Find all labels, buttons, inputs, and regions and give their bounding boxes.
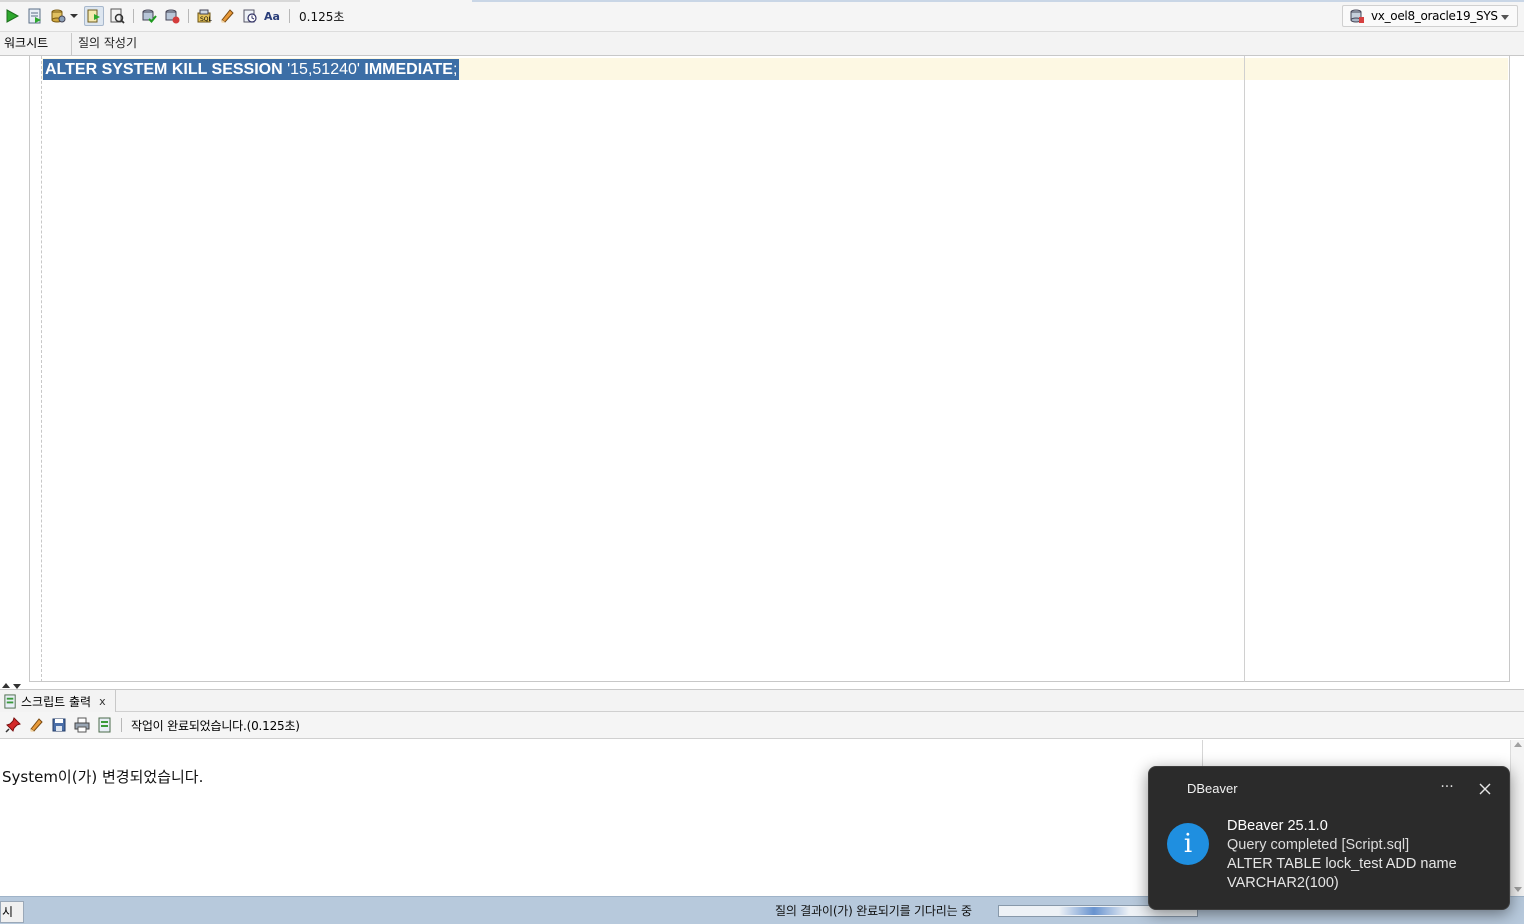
sql-tuning-advisor-button[interactable]: SQL: [194, 6, 214, 26]
notification-title: DBeaver 25.1.0: [1227, 818, 1328, 834]
close-notification-button[interactable]: [1473, 779, 1497, 799]
play-icon: [6, 9, 20, 23]
sql-keyword: IMMEDIATE: [364, 61, 453, 78]
tab-label: 스크립트 출력: [21, 694, 92, 709]
svg-text:Aa: Aa: [264, 10, 280, 23]
tab-worksheet[interactable]: 워크시트: [0, 33, 72, 55]
output-toolbar: 작업이 완료되었습니다.(0.125초): [0, 712, 1524, 739]
eraser-icon: [221, 9, 234, 23]
commit-icon: [87, 9, 100, 23]
print-icon: [74, 717, 90, 733]
more-options-icon[interactable]: ···: [1435, 779, 1459, 799]
close-icon: [1479, 783, 1491, 795]
print-output-button[interactable]: [72, 715, 92, 735]
waiting-status: 질의 결과이(가) 완료되기를 기다리는 중: [775, 904, 972, 918]
commit-transaction-button[interactable]: [139, 6, 159, 26]
output-message: System이(가) 변경되었습니다.: [2, 768, 204, 786]
database-rollback-icon: [165, 9, 180, 24]
sql-editor[interactable]: ALTER SYSTEM KILL SESSION '15,51240' IMM…: [0, 56, 1510, 682]
task-status: 작업이 완료되었습니다.(0.125초): [131, 718, 300, 733]
tuning-advisor-icon: SQL: [197, 9, 212, 23]
right-margin-guide: [1244, 56, 1245, 682]
database-gear-icon: [51, 9, 66, 23]
chevron-down-icon[interactable]: [70, 14, 78, 18]
format-case-button[interactable]: Aa: [263, 6, 283, 26]
output-tabbar: 스크립트 출력 x: [0, 690, 1524, 712]
sql-keyword: ALTER SYSTEM KILL SESSION: [45, 61, 283, 78]
notification-toast[interactable]: DBeaver ··· i DBeaver 25.1.0 Query compl…: [1148, 766, 1510, 910]
scroll-down-icon[interactable]: [1514, 887, 1522, 892]
selected-sql-statement[interactable]: ALTER SYSTEM KILL SESSION '15,51240' IMM…: [43, 59, 460, 80]
line-gutter: [0, 56, 30, 682]
explain-plan-icon: [110, 8, 125, 24]
save-output-button[interactable]: [49, 715, 69, 735]
sql-developer-window: SQL Aa 0.125초 vx_oel8_oracle19_SYS 워크시트 …: [0, 0, 1524, 924]
eraser-icon: [30, 718, 43, 732]
commit-button[interactable]: [84, 6, 104, 26]
run-statement-button[interactable]: [2, 6, 22, 26]
script-output-icon: [98, 717, 111, 733]
sql-history-button[interactable]: [240, 6, 260, 26]
notification-query-line: ALTER TABLE lock_test ADD name: [1227, 856, 1457, 872]
sql-terminator: ;: [452, 61, 458, 78]
notification-body: DBeaver 25.1.0 Query completed [Script.s…: [1227, 817, 1497, 893]
chevron-down-icon[interactable]: [1501, 15, 1509, 20]
notification-subtitle: Query completed [Script.sql]: [1227, 837, 1410, 853]
output-scrollbar[interactable]: [1510, 740, 1524, 896]
clear-button[interactable]: [217, 6, 237, 26]
run-script-button[interactable]: [25, 6, 45, 26]
svg-text:SQL: SQL: [200, 16, 212, 23]
connection-selector[interactable]: vx_oel8_oracle19_SYS: [1342, 5, 1518, 27]
run-script-icon: [28, 8, 41, 24]
connection-name: vx_oel8_oracle19_SYS: [1371, 9, 1498, 23]
save-icon: [52, 718, 66, 732]
pin-icon: [5, 717, 21, 733]
autotrace-button[interactable]: [48, 6, 68, 26]
history-icon: [243, 9, 257, 23]
database-connection-icon: [1350, 9, 1364, 23]
notification-app-name: DBeaver: [1187, 781, 1238, 796]
status-message: 시오.: [0, 901, 24, 923]
font-case-icon: Aa: [264, 10, 280, 23]
close-icon[interactable]: x: [99, 695, 106, 708]
execution-time: 0.125초: [299, 9, 345, 24]
explain-plan-button[interactable]: [107, 6, 127, 26]
collapse-up-icon[interactable]: [2, 683, 10, 688]
worksheet-toolbar: SQL Aa 0.125초 vx_oel8_oracle19_SYS: [0, 0, 1524, 32]
tab-script-output[interactable]: 스크립트 출력 x: [0, 690, 116, 712]
database-check-icon: [142, 9, 157, 23]
notification-query-line: VARCHAR2(100): [1227, 875, 1339, 891]
clear-output-button[interactable]: [26, 715, 46, 735]
info-icon: i: [1167, 823, 1209, 865]
sql-string-literal: '15,51240': [282, 61, 365, 78]
script-output-icon: [4, 693, 16, 709]
worksheet-tabs: 워크시트 질의 작성기: [0, 32, 1524, 56]
tab-query-builder[interactable]: 질의 작성기: [74, 33, 148, 55]
pin-button[interactable]: [3, 715, 23, 735]
collapse-down-icon[interactable]: [13, 684, 21, 689]
scroll-up-icon[interactable]: [1514, 742, 1522, 747]
open-output-button[interactable]: [95, 715, 115, 735]
rollback-button[interactable]: [162, 6, 182, 26]
panel-splitter[interactable]: [0, 682, 1524, 690]
